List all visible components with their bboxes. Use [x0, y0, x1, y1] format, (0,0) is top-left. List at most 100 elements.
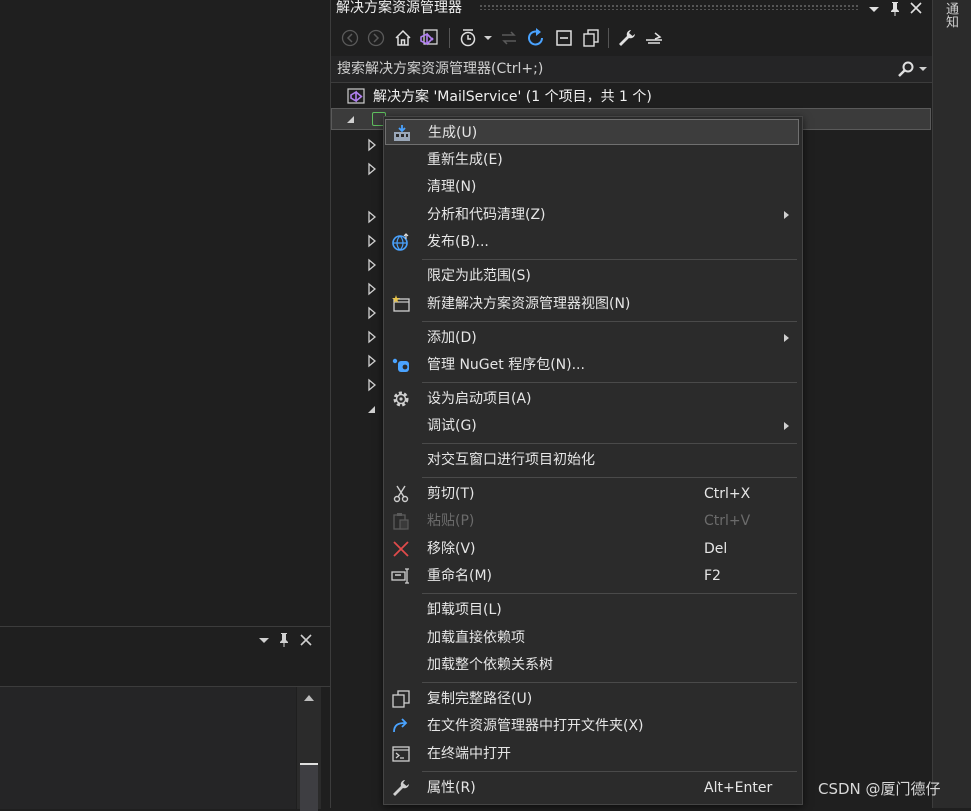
- solution-explorer-toolbar: [331, 22, 933, 54]
- toolbar-separator: [608, 28, 609, 48]
- remove-x-icon: [391, 540, 411, 558]
- pending-changes-filter-icon[interactable]: [456, 26, 480, 50]
- collapsed-arrow-icon[interactable]: [367, 354, 377, 368]
- preview-selected-items-icon[interactable]: [642, 26, 666, 50]
- context-menu: 生成(U) 重新生成(E) 清理(N) 分析和代码清理(Z) 发布(B)... …: [383, 116, 803, 805]
- collapsed-arrow-icon[interactable]: [367, 210, 377, 224]
- menu-item-copy-full-path[interactable]: 复制完整路径(U): [385, 686, 799, 712]
- menu-item-remove[interactable]: 移除(V) Del: [385, 536, 799, 562]
- menu-separator: [422, 259, 797, 260]
- terminal-icon: [391, 745, 411, 763]
- menu-separator: [422, 321, 797, 322]
- expanded-triangle-icon[interactable]: [346, 115, 356, 125]
- close-icon[interactable]: [299, 633, 313, 647]
- menu-item-unload-project[interactable]: 卸载项目(L): [385, 597, 799, 623]
- menu-separator: [422, 382, 797, 383]
- wrench-icon: [391, 779, 411, 797]
- solution-label: 解决方案 'MailService' (1 个项目，共 1 个): [373, 89, 652, 105]
- pin-icon[interactable]: [889, 1, 901, 17]
- panel-title: 解决方案资源管理器: [336, 0, 462, 16]
- menu-item-manage-nuget[interactable]: 管理 NuGet 程序包(N)...: [385, 352, 799, 378]
- search-icon[interactable]: [897, 61, 915, 77]
- solution-icon: [347, 87, 367, 105]
- menu-item-load-dep-tree[interactable]: 加载整个依赖关系树: [385, 652, 799, 678]
- menu-item-init-interactive[interactable]: 对交互窗口进行项目初始化: [385, 447, 799, 473]
- back-icon[interactable]: [339, 26, 361, 50]
- menu-item-load-direct-deps[interactable]: 加载直接依赖项: [385, 625, 799, 651]
- menu-item-build[interactable]: 生成(U): [385, 119, 799, 145]
- solution-explorer-titlebar: 解决方案资源管理器: [331, 0, 933, 20]
- submenu-arrow-icon: [784, 211, 789, 219]
- home-icon[interactable]: [392, 26, 414, 50]
- menu-item-rebuild[interactable]: 重新生成(E): [385, 147, 799, 173]
- search-options-chevron-icon[interactable]: [918, 64, 928, 74]
- notifications-sidebar: 通知: [932, 0, 971, 808]
- menu-item-cut[interactable]: 剪切(T) Ctrl+X: [385, 481, 799, 507]
- dropdown-arrow-icon[interactable]: [258, 634, 270, 646]
- nuget-icon: [391, 356, 411, 374]
- collapsed-arrow-icon[interactable]: [367, 282, 377, 296]
- menu-item-new-explorer-view[interactable]: 新建解决方案资源管理器视图(N): [385, 291, 799, 317]
- publish-globe-icon: [391, 233, 411, 251]
- properties-wrench-icon[interactable]: [615, 26, 639, 50]
- pin-icon[interactable]: [278, 632, 290, 648]
- watermark: CSDN @厦门德仔: [818, 780, 941, 798]
- gear-icon: [391, 390, 411, 408]
- menu-item-set-startup[interactable]: 设为启动项目(A): [385, 386, 799, 412]
- menu-item-publish[interactable]: 发布(B)...: [385, 229, 799, 255]
- menu-item-debug[interactable]: 调试(G): [385, 413, 799, 439]
- forward-icon[interactable]: [365, 26, 387, 50]
- menu-separator: [422, 682, 797, 683]
- bottom-tool-window-content: [0, 687, 296, 809]
- solution-explorer-search: [331, 56, 933, 83]
- search-input[interactable]: [337, 56, 877, 82]
- refresh-icon[interactable]: [524, 26, 548, 50]
- menu-item-properties[interactable]: 属性(R) Alt+Enter: [385, 775, 799, 801]
- show-all-files-icon[interactable]: [579, 26, 603, 50]
- expanded-triangle-icon[interactable]: [367, 402, 377, 416]
- title-grip[interactable]: [479, 4, 859, 10]
- collapsed-arrow-icon[interactable]: [367, 234, 377, 248]
- tree-item-solution[interactable]: 解决方案 'MailService' (1 个项目，共 1 个): [347, 86, 652, 106]
- rename-icon: [391, 567, 411, 585]
- menu-item-paste[interactable]: 粘贴(P) Ctrl+V: [385, 508, 799, 534]
- bottom-tool-window-header: [0, 627, 330, 655]
- menu-separator: [422, 477, 797, 478]
- build-icon: [392, 124, 412, 142]
- collapsed-arrow-icon[interactable]: [367, 378, 377, 392]
- submenu-arrow-icon: [784, 422, 789, 430]
- scroll-thumb[interactable]: [300, 763, 318, 811]
- collapsed-arrow-icon[interactable]: [367, 258, 377, 272]
- open-folder-arrow-icon: [391, 717, 411, 735]
- notifications-tab[interactable]: 通知: [941, 2, 960, 28]
- menu-item-clean[interactable]: 清理(N): [385, 174, 799, 200]
- menu-separator: [422, 443, 797, 444]
- toolbar-separator: [449, 28, 450, 48]
- bottom-tool-window: [0, 626, 330, 811]
- submenu-arrow-icon: [784, 334, 789, 342]
- switch-views-icon[interactable]: [418, 26, 442, 50]
- menu-item-add[interactable]: 添加(D): [385, 325, 799, 351]
- vertical-scrollbar[interactable]: [297, 687, 321, 811]
- menu-item-open-in-terminal[interactable]: 在终端中打开: [385, 741, 799, 767]
- paste-icon: [391, 512, 411, 530]
- collapse-all-icon[interactable]: [552, 26, 576, 50]
- dropdown-arrow-icon[interactable]: [868, 3, 880, 15]
- new-view-icon: [391, 295, 411, 313]
- menu-item-analyze-cleanup[interactable]: 分析和代码清理(Z): [385, 202, 799, 228]
- menu-separator: [422, 771, 797, 772]
- close-icon[interactable]: [909, 1, 923, 15]
- chevron-down-icon[interactable]: [481, 26, 495, 50]
- scissors-icon: [391, 485, 411, 503]
- collapsed-arrow-icon[interactable]: [367, 306, 377, 320]
- sync-with-document-icon[interactable]: [497, 26, 521, 50]
- collapsed-arrow-icon[interactable]: [367, 330, 377, 344]
- copy-icon: [391, 690, 411, 708]
- menu-item-rename[interactable]: 重命名(M) F2: [385, 563, 799, 589]
- collapsed-arrow-icon[interactable]: [367, 138, 377, 152]
- menu-item-scope-to-this[interactable]: 限定为此范围(S): [385, 263, 799, 289]
- collapsed-arrow-icon[interactable]: [367, 162, 377, 176]
- menu-separator: [422, 593, 797, 594]
- menu-item-open-in-explorer[interactable]: 在文件资源管理器中打开文件夹(X): [385, 713, 799, 739]
- scroll-up-icon[interactable]: [303, 693, 315, 703]
